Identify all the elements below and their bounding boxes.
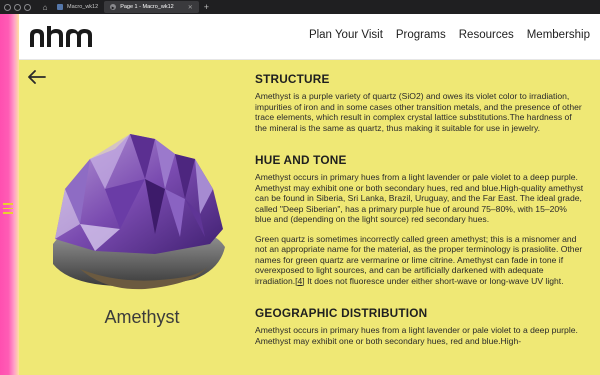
- nav-membership[interactable]: Membership: [527, 29, 590, 41]
- geographic-paragraph: Amethyst occurs in primary hues from a l…: [255, 325, 578, 346]
- back-arrow-icon[interactable]: [28, 70, 46, 84]
- site-header: Plan Your Visit Programs Resources Membe…: [19, 14, 600, 60]
- file-icon: [57, 4, 63, 10]
- article-content: STRUCTURE Amethyst is a purple variety o…: [255, 72, 585, 355]
- tab-macro[interactable]: Macro_wk12: [51, 1, 104, 13]
- window-controls: [4, 3, 31, 11]
- specimen-name: Amethyst: [104, 307, 180, 327]
- tab-label: Page 1 - Macro_wk12: [120, 4, 174, 10]
- nav-resources[interactable]: Resources: [459, 29, 514, 41]
- side-menu-strip: [0, 14, 19, 375]
- main-nav: Plan Your Visit Programs Resources Membe…: [309, 29, 590, 41]
- hamburger-menu-icon[interactable]: [3, 203, 13, 217]
- new-tab-button[interactable]: +: [204, 2, 209, 12]
- maximize-window-button[interactable]: [24, 3, 31, 11]
- nav-programs[interactable]: Programs: [396, 29, 446, 41]
- hue-paragraph-2-tail: It does not fluoresce under either short…: [304, 275, 564, 286]
- minimize-window-button[interactable]: [14, 3, 21, 11]
- section-heading-hue-and-tone: HUE AND TONE: [255, 153, 347, 167]
- section-heading-geographic-distribution: GEOGRAPHIC DISTRIBUTION: [255, 306, 428, 320]
- close-tab-icon[interactable]: ✕: [188, 4, 193, 11]
- reference-link[interactable]: [4]: [295, 276, 305, 286]
- tab-page-1[interactable]: ▶ Page 1 - Macro_wk12 ✕: [104, 1, 199, 13]
- nav-plan-your-visit[interactable]: Plan Your Visit: [309, 29, 383, 41]
- tab-label: Macro_wk12: [67, 4, 99, 10]
- structure-paragraph: Amethyst is a purple variety of quartz (…: [255, 91, 582, 133]
- close-window-button[interactable]: [4, 3, 11, 11]
- section-heading-structure: STRUCTURE: [255, 72, 330, 86]
- home-icon[interactable]: ⌂: [39, 2, 51, 12]
- hue-paragraph-1: Amethyst occurs in primary hues from a l…: [255, 172, 584, 224]
- play-icon: ▶: [110, 4, 117, 10]
- nhm-logo-mark: [30, 26, 92, 47]
- prototype-viewport: Plan Your Visit Programs Resources Membe…: [0, 14, 600, 375]
- nhm-logo[interactable]: [29, 26, 97, 53]
- hue-paragraph-2: Green quartz is sometimes incorrectly ca…: [255, 234, 585, 287]
- window-titlebar: ⌂ Macro_wk12 ▶ Page 1 - Macro_wk12 ✕ +: [0, 0, 600, 14]
- amethyst-crystal-image: [53, 134, 225, 290]
